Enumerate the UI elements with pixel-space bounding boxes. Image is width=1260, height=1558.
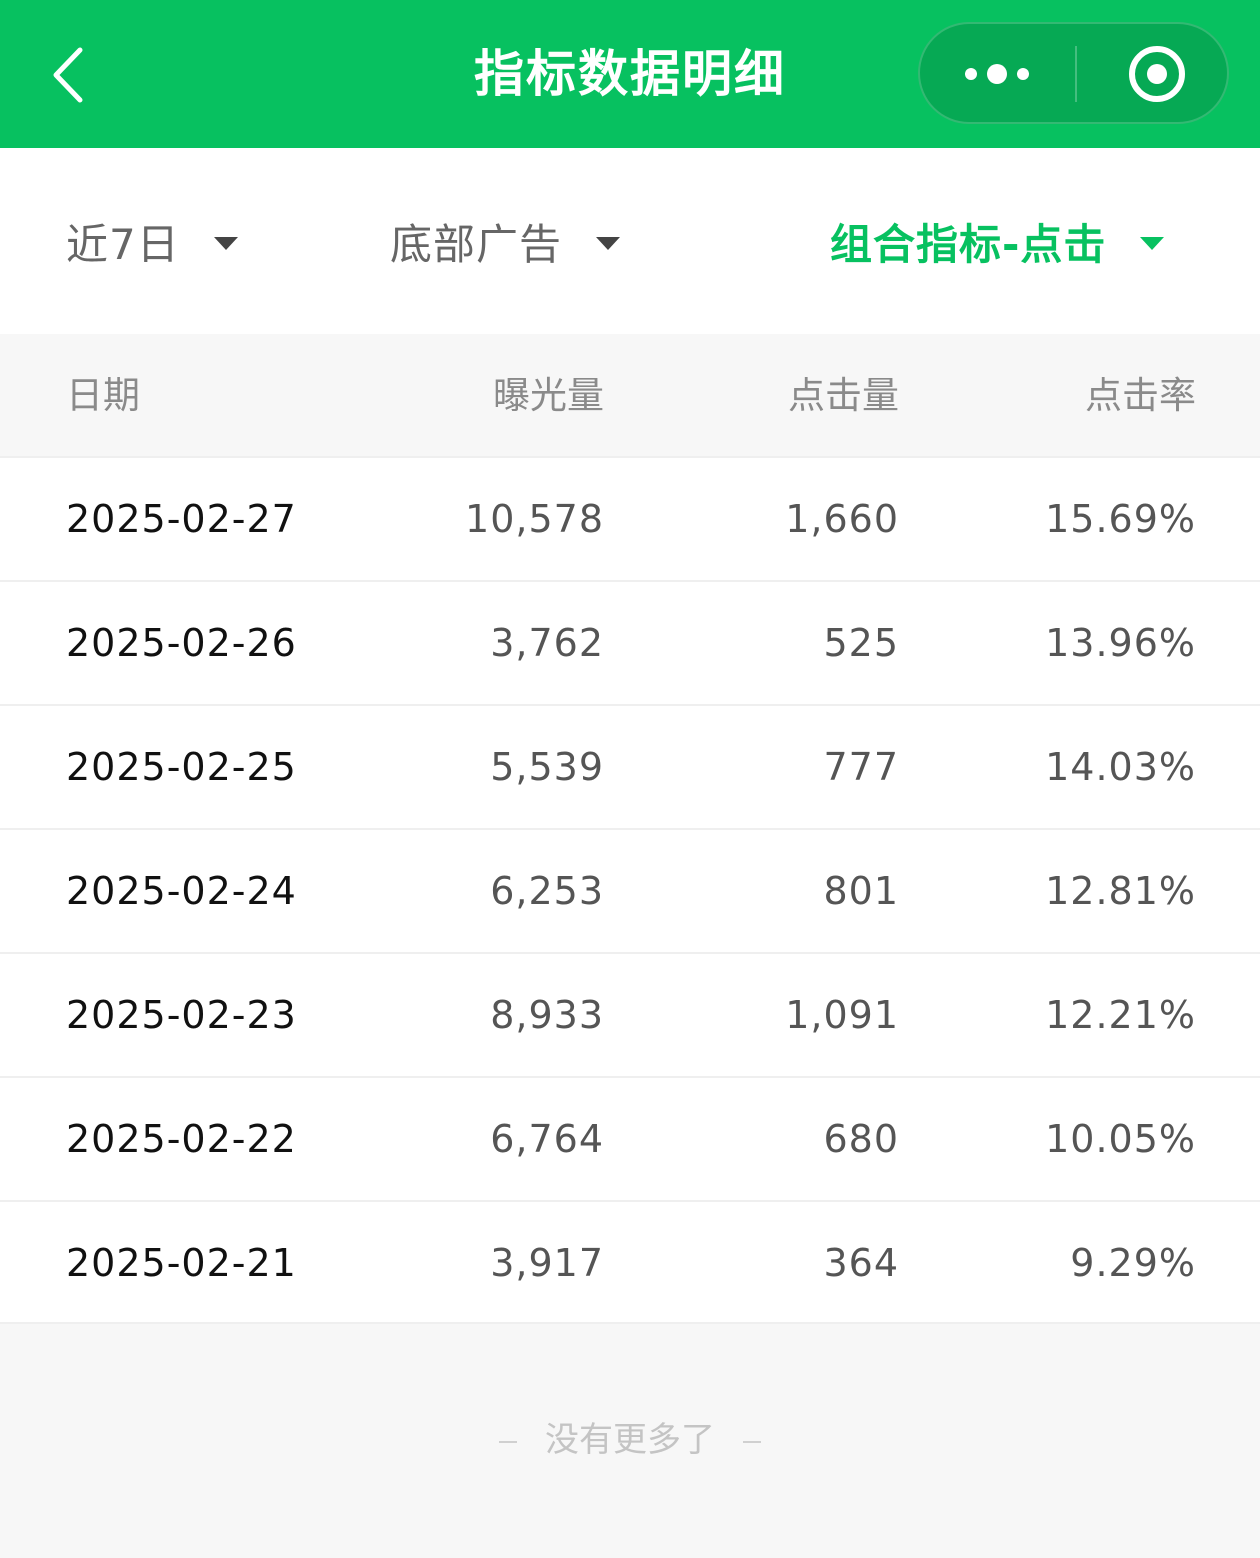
cell-date: 2025-02-22: [66, 1117, 297, 1161]
filter-metric-label: 组合指标-点击: [830, 219, 1107, 269]
cell-ctr: 12.81%: [1045, 869, 1196, 913]
chevron-left-icon: [53, 47, 83, 103]
cell-clicks: 801: [823, 869, 899, 913]
table-row: 2025-02-21 3,917 364 9.29%: [0, 1200, 1260, 1324]
cell-impressions: 6,764: [490, 1117, 604, 1161]
cell-impressions: 10,578: [465, 497, 604, 541]
column-header-clicks: 点击量: [788, 374, 899, 417]
table-row: 2025-02-23 8,933 1,091 12.21%: [0, 952, 1260, 1076]
cell-clicks: 777: [823, 745, 899, 789]
filter-metric-dropdown[interactable]: 组合指标-点击: [830, 203, 1165, 279]
end-of-list-text: 没有更多了: [545, 1420, 715, 1460]
cell-ctr: 10.05%: [1045, 1117, 1196, 1161]
table-row: 2025-02-27 10,578 1,660 15.69%: [0, 456, 1260, 580]
filter-placement-label: 底部广告: [390, 219, 563, 269]
back-button[interactable]: [40, 40, 100, 110]
column-header-impressions: 曝光量: [493, 374, 604, 417]
cell-clicks: 525: [823, 621, 899, 665]
cell-date: 2025-02-21: [66, 1241, 297, 1285]
table-row: 2025-02-22 6,764 680 10.05%: [0, 1076, 1260, 1200]
cell-ctr: 15.69%: [1045, 497, 1196, 541]
cell-ctr: 14.03%: [1045, 745, 1196, 789]
close-miniprogram-button[interactable]: [1077, 24, 1229, 124]
column-header-date: 日期: [66, 374, 140, 417]
caret-down-icon: [213, 236, 238, 250]
cell-ctr: 12.21%: [1045, 993, 1196, 1037]
table-row: 2025-02-25 5,539 777 14.03%: [0, 704, 1260, 828]
target-circle-icon: [1129, 46, 1185, 102]
more-dots-icon: [965, 64, 1029, 84]
table-bottom-divider: [0, 1322, 1260, 1324]
filter-placement-dropdown[interactable]: 底部广告: [390, 203, 621, 279]
table-body: 2025-02-27 10,578 1,660 15.69% 2025-02-2…: [0, 456, 1260, 1324]
table-row: 2025-02-24 6,253 801 12.81%: [0, 828, 1260, 952]
table-header: 日期 曝光量 点击量 点击率: [0, 336, 1260, 456]
divider-dash: [499, 1440, 517, 1443]
cell-impressions: 8,933: [490, 993, 604, 1037]
cell-impressions: 6,253: [490, 869, 604, 913]
cell-impressions: 3,762: [490, 621, 604, 665]
filter-bar: 近7日 底部广告 组合指标-点击: [0, 148, 1260, 334]
menu-capsule: [918, 22, 1229, 124]
cell-impressions: 3,917: [490, 1241, 604, 1285]
divider-dash: [743, 1440, 761, 1443]
cell-date: 2025-02-26: [66, 621, 297, 665]
cell-clicks: 1,660: [785, 497, 899, 541]
table-row: 2025-02-26 3,762 525 13.96%: [0, 580, 1260, 704]
filter-period-label: 近7日: [66, 219, 180, 269]
more-button[interactable]: [920, 24, 1075, 124]
cell-date: 2025-02-24: [66, 869, 297, 913]
cell-ctr: 13.96%: [1045, 621, 1196, 665]
cell-date: 2025-02-27: [66, 497, 297, 541]
caret-down-icon: [1140, 236, 1165, 250]
filter-period-dropdown[interactable]: 近7日: [66, 203, 238, 279]
cell-date: 2025-02-23: [66, 993, 297, 1037]
cell-date: 2025-02-25: [66, 745, 297, 789]
cell-impressions: 5,539: [490, 745, 604, 789]
nav-header: 指标数据明细: [0, 0, 1260, 148]
column-header-ctr: 点击率: [1085, 374, 1196, 417]
cell-clicks: 680: [823, 1117, 899, 1161]
cell-clicks: 1,091: [785, 993, 899, 1037]
cell-clicks: 364: [823, 1241, 899, 1285]
caret-down-icon: [596, 236, 621, 250]
end-of-list-indicator: 没有更多了: [0, 1410, 1260, 1470]
cell-ctr: 9.29%: [1070, 1241, 1196, 1285]
